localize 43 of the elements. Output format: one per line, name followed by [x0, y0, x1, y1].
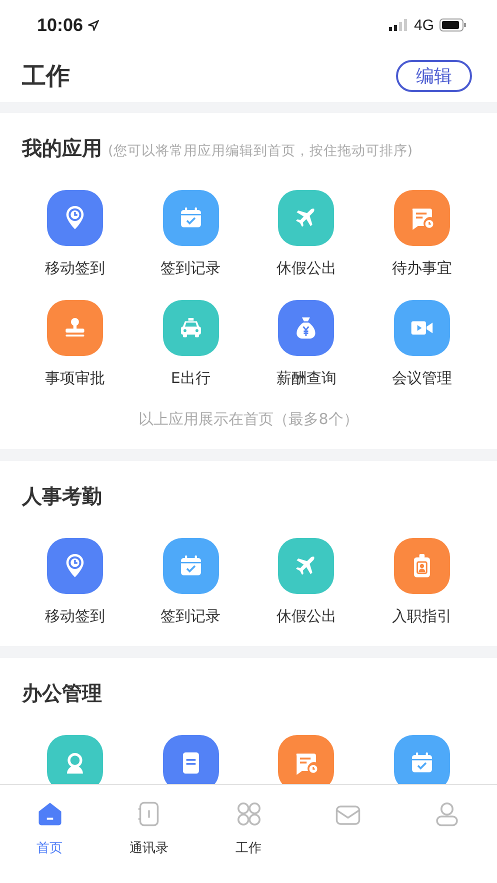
plane-app-icon[interactable]	[278, 190, 334, 246]
stamp-app-icon[interactable]	[46, 300, 103, 356]
plane-app-icon[interactable]	[278, 538, 334, 594]
status-time: 10:06	[37, 14, 84, 36]
app-label[interactable]: 休假公出	[276, 607, 336, 626]
app-label[interactable]: 待办事宜	[392, 259, 452, 278]
app-label[interactable]: 移动签到	[44, 259, 105, 278]
app-label[interactable]: 移动签到	[44, 607, 105, 626]
app-label[interactable]: 会议管理	[392, 369, 452, 388]
badge-app-icon[interactable]	[394, 538, 450, 594]
calendar-app-icon[interactable]	[162, 538, 219, 594]
tab-item[interactable]: 工作	[198, 785, 298, 883]
document-app-icon[interactable]	[162, 735, 219, 784]
app-label[interactable]: E出行	[170, 369, 210, 388]
message-app-icon[interactable]	[394, 190, 450, 246]
section-title: 办公管理	[22, 680, 102, 707]
location-arrow-icon	[88, 20, 100, 30]
location-app-icon[interactable]	[46, 190, 103, 246]
section-title: 我的应用	[22, 135, 102, 162]
car-app-icon[interactable]	[162, 300, 219, 356]
app-label[interactable]: 事项审批	[44, 369, 105, 388]
page-title: 工作	[22, 61, 70, 92]
section-title: 人事考勤	[22, 483, 102, 510]
app-label[interactable]: 入职指引	[392, 607, 452, 626]
section-note: 以上应用展示在首页（最多8个）	[138, 410, 360, 429]
app-label[interactable]: 薪酬查询	[276, 369, 336, 388]
tab-item[interactable]: 通讯录	[99, 785, 199, 883]
location-app-icon[interactable]	[46, 538, 103, 594]
edit-button[interactable]: 编辑	[396, 60, 472, 92]
tab-item[interactable]: 首页	[0, 785, 100, 883]
calendar-app-icon[interactable]	[394, 735, 450, 784]
calendar-app-icon[interactable]	[162, 190, 219, 246]
battery-icon	[439, 18, 467, 32]
app-label[interactable]: 休假公出	[276, 259, 336, 278]
video-app-icon[interactable]	[394, 300, 450, 356]
app-label[interactable]: 签到记录	[160, 607, 221, 626]
money-app-icon[interactable]	[278, 300, 334, 356]
app-label[interactable]: 签到记录	[160, 259, 221, 278]
message-app-icon[interactable]	[278, 735, 334, 784]
signal-icon	[388, 19, 409, 31]
network-label: 4G	[414, 16, 434, 34]
user-app-icon[interactable]	[46, 735, 103, 784]
section-hint: (您可以将常用应用编辑到首页，按住拖动可排序)	[108, 142, 413, 160]
